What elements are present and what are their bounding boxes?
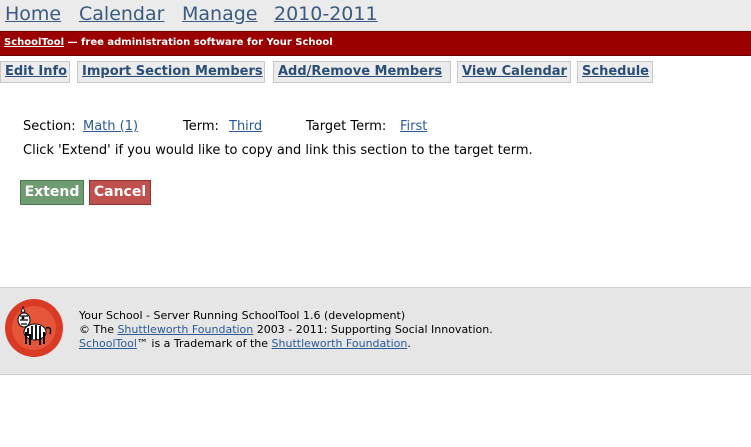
top-navigation: Home Calendar Manage 2010-2011 (0, 0, 751, 31)
term-label: Term: (183, 119, 219, 134)
brand-tagline: — free administration software for Your … (64, 37, 333, 48)
target-term-label: Target Term: (306, 119, 387, 134)
footer-copyright-line: © The Shuttleworth Foundation 2003 - 201… (79, 323, 493, 337)
footer: Your School - Server Running SchoolTool … (0, 287, 751, 375)
nav-home-link[interactable]: Home (5, 1, 61, 27)
brand-bar: SchoolTool — free administration softwar… (0, 31, 751, 56)
brand-text: SchoolTool — free administration softwar… (4, 37, 333, 48)
trademark-text: ™ is a Trademark of the (136, 337, 272, 350)
nav-calendar-link[interactable]: Calendar (79, 1, 164, 27)
footer-server-line: Your School - Server Running SchoolTool … (79, 309, 406, 322)
footer-text: Your School - Server Running SchoolTool … (79, 309, 493, 351)
copyright-prefix: © The (79, 323, 118, 336)
section-label: Section: (23, 119, 76, 134)
footer-trademark-line: SchoolTool™ is a Trademark of the Shuttl… (79, 337, 493, 351)
tab-view-calendar[interactable]: View Calendar (457, 61, 571, 83)
tab-import-section-members[interactable]: Import Section Members (77, 61, 265, 83)
shuttleworth-foundation-footer-link[interactable]: Shuttleworth Foundation (272, 337, 408, 350)
tab-edit-info[interactable]: Edit Info (0, 61, 70, 83)
shuttleworth-foundation-link[interactable]: Shuttleworth Foundation (117, 323, 253, 336)
cancel-button[interactable]: Cancel (89, 180, 151, 205)
nav-manage-link[interactable]: Manage (182, 1, 257, 27)
tab-schedule[interactable]: Schedule (577, 61, 653, 83)
schooltool-footer-link[interactable]: SchoolTool (79, 337, 137, 350)
term-link[interactable]: Third (229, 119, 262, 134)
extend-instruction: Click 'Extend' if you would like to copy… (23, 143, 533, 158)
trademark-suffix: . (407, 337, 411, 350)
tab-add-remove-members[interactable]: Add/Remove Members (273, 61, 451, 83)
copyright-suffix: 2003 - 2011: Supporting Social Innovatio… (253, 323, 493, 336)
extend-button[interactable]: Extend (20, 180, 84, 205)
zebra-logo-icon[interactable] (4, 298, 64, 358)
nav-year-link[interactable]: 2010-2011 (274, 1, 378, 27)
target-term-link[interactable]: First (400, 119, 427, 134)
section-link[interactable]: Math (1) (83, 119, 138, 134)
schooltool-brand-link[interactable]: SchoolTool (4, 37, 64, 48)
